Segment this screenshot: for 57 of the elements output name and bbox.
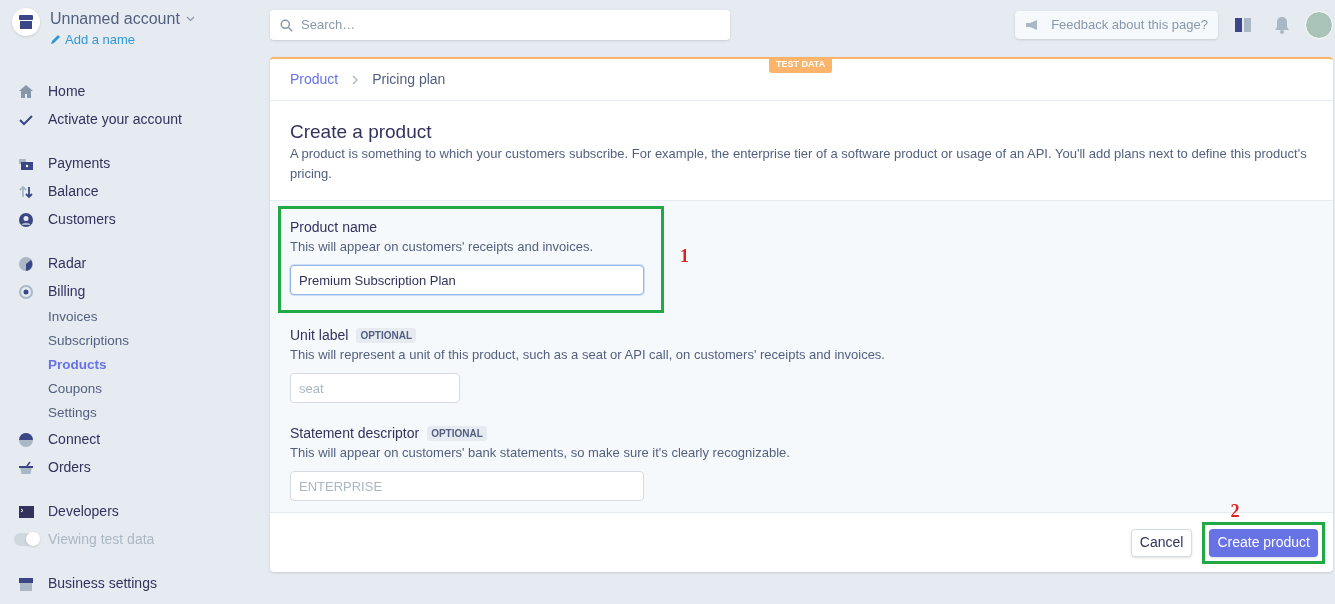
test-data-badge: TEST DATA — [769, 57, 833, 73]
field-hint: This will appear on customers' bank statements, so make sure it's clearly recognizable. — [290, 444, 791, 462]
text-input-field[interactable]: Premium Subscription Plan — [290, 265, 644, 295]
target-icon — [18, 283, 34, 300]
nav-link[interactable]: Customers — [48, 209, 116, 230]
toggle-switch[interactable] — [14, 533, 38, 546]
book-icon[interactable] — [1234, 16, 1252, 33]
user-circle-icon — [18, 211, 34, 228]
nav-link[interactable]: Orders — [48, 457, 91, 478]
nav-sublink[interactable]: Invoices — [48, 307, 98, 328]
toggle-label: Viewing test data — [48, 530, 155, 549]
nav-sublink[interactable]: Settings — [48, 403, 97, 424]
terminal-icon — [18, 503, 34, 520]
notification-bell-icon[interactable] — [1274, 15, 1290, 34]
optional-badge: OPTIONAL — [427, 425, 487, 441]
page-title: Create a product — [290, 120, 433, 144]
nav-link[interactable]: Business settings — [48, 573, 157, 594]
annotation-number: 1 — [680, 245, 689, 268]
nav-link[interactable]: Developers — [48, 501, 119, 522]
store-icon — [18, 575, 34, 592]
nav-link[interactable]: Connect — [48, 429, 101, 450]
pencil-icon — [50, 34, 61, 46]
breadcrumb-link[interactable]: Pricing plan — [372, 69, 446, 90]
nav-sublink[interactable]: Coupons — [48, 379, 103, 400]
field-hint: This will appear on customers' receipts and invoices. — [290, 238, 595, 256]
nav-link[interactable]: Radar — [48, 253, 87, 274]
feedback-label: Feedback about this page? — [1051, 15, 1208, 34]
breadcrumb-link[interactable]: Product — [290, 69, 339, 90]
caret-icon[interactable] — [185, 16, 195, 22]
user-avatar[interactable] — [1305, 10, 1333, 39]
text-input-field[interactable]: ENTERPRISE — [290, 471, 644, 501]
field-label: Unit label — [290, 325, 349, 345]
annotation-number: 2 — [1230, 499, 1240, 523]
create-product-button[interactable]: Create product — [1209, 528, 1318, 557]
search-icon — [280, 18, 293, 32]
basket-icon — [18, 459, 34, 476]
nav-link[interactable]: Billing — [48, 281, 86, 302]
chevron-right-icon — [352, 74, 359, 85]
nav-link[interactable]: Payments — [48, 153, 111, 174]
radar-icon — [18, 255, 34, 272]
field-label: Statement descriptor — [290, 423, 420, 443]
field-label: Product name — [290, 217, 378, 237]
store-logo-icon — [12, 8, 40, 36]
nav-link[interactable]: Activate your account — [48, 109, 182, 130]
nav-sublink[interactable]: Subscriptions — [48, 331, 130, 352]
text-input-field[interactable]: seat — [290, 373, 460, 403]
field-hint: This will represent a unit of this product, such as a seat or API call, on customers' receipts and invoices. — [290, 346, 886, 364]
cancel-button[interactable]: Cancel — [1130, 528, 1193, 557]
globe-icon — [18, 431, 34, 448]
arrows-icon — [18, 183, 34, 200]
account-name[interactable]: Unnamed account — [50, 8, 180, 30]
home-icon — [18, 83, 34, 100]
nav-link[interactable]: Balance — [48, 181, 99, 202]
page-description: A product is something to which your customers subscribe. For example, the enterprise tier of a software product or usage of an API. You'll add plans next to define this product's pricing. — [290, 145, 1308, 183]
nav-link[interactable]: Home — [48, 81, 86, 102]
search-field[interactable]: Search… — [270, 9, 730, 40]
optional-badge: OPTIONAL — [356, 327, 417, 343]
